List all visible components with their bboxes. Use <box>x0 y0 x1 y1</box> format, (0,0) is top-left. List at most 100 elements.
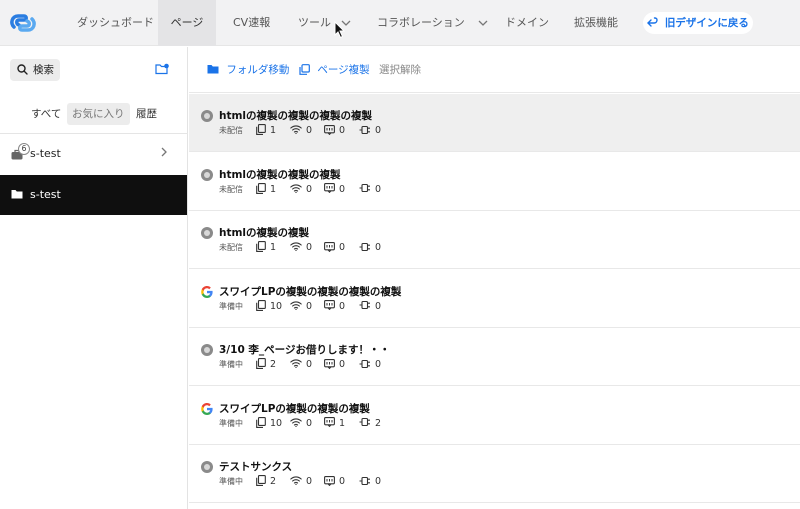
traffic-count: 0 <box>290 417 312 431</box>
variant-count: 10 <box>256 299 282 314</box>
cv-box-icon <box>324 124 335 135</box>
page-title: htmlの複製の複製の複製の複製 <box>219 110 373 122</box>
wifi-icon <box>290 300 302 310</box>
traffic-count: 0 <box>290 183 312 197</box>
page-row[interactable]: 3/10 李_ページお借りします！・・ 準備中 2 0 0 0 <box>189 328 800 386</box>
copy-icon <box>299 63 310 75</box>
status-dot-icon <box>201 227 213 239</box>
sidebar-folder-s-test-selected[interactable]: s-test <box>0 175 187 215</box>
traffic-count-value: 0 <box>306 359 313 370</box>
nav-collaboration-label: コラボレーション <box>377 16 465 29</box>
traffic-count: 0 <box>290 124 312 138</box>
integration-count: 2 <box>359 417 381 431</box>
move-folder-button[interactable]: フォルダ移動 <box>207 47 289 93</box>
page-row[interactable]: htmlの複製の複製の複製 未配信 1 0 0 0 <box>189 152 800 211</box>
status-dot-icon <box>201 110 213 122</box>
page-toolbar: フォルダ移動 ページ複製 選択解除 <box>189 47 800 93</box>
status-dot-icon <box>201 168 213 181</box>
integration-count-value: 2 <box>375 417 382 429</box>
duplicate-page-button[interactable]: ページ複製 <box>299 47 370 93</box>
google-icon <box>201 285 213 298</box>
delivery-status: 未配信 <box>219 243 243 252</box>
page-row[interactable]: htmlの複製の複製の複製の複製 未配信 1 0 0 0 <box>189 94 800 152</box>
wifi-icon <box>290 183 302 193</box>
cv-box-icon <box>324 475 335 486</box>
nav-cv-report-label: CV速報 <box>233 16 271 29</box>
nav-domain[interactable]: ドメイン <box>505 0 549 46</box>
page-row[interactable]: htmlの複製の複製 未配信 1 0 0 0 <box>189 211 800 269</box>
traffic-count: 0 <box>290 358 312 372</box>
traffic-count-value: 0 <box>306 125 313 136</box>
delivery-status: 準備中 <box>219 360 243 369</box>
chevron-right-icon[interactable] <box>160 147 168 157</box>
integration-count-value: 0 <box>375 242 382 253</box>
traffic-count-value: 0 <box>306 417 313 429</box>
variant-count-value: 10 <box>270 417 283 429</box>
old-design-button[interactable]: 旧デザインに戻る <box>643 12 753 34</box>
cv-box-icon <box>324 183 335 194</box>
search-button[interactable]: 検索 <box>10 59 60 81</box>
deselect-button[interactable]: 選択解除 <box>379 47 421 93</box>
document-copy-icon <box>256 416 266 428</box>
cv-count: 0 <box>324 475 345 489</box>
tab-favorites[interactable]: お気に入り <box>67 103 130 125</box>
tab-all[interactable]: すべて <box>26 103 66 125</box>
wifi-icon <box>290 476 302 485</box>
return-arrow-icon <box>647 17 658 27</box>
cv-count-value: 0 <box>339 359 346 370</box>
variant-count: 1 <box>256 241 276 255</box>
page-title: スワイプLPの複製の複製の複製の複製 <box>219 285 402 298</box>
nav-pages[interactable]: ページ <box>158 0 216 46</box>
sidebar-folder-s-test-parent[interactable]: 6 s-test <box>0 134 187 174</box>
page-row[interactable]: テストサンクス 準備中 2 0 0 0 <box>189 445 800 503</box>
variant-count-value: 1 <box>270 125 277 136</box>
page-title: htmlの複製の複製 <box>219 227 310 239</box>
document-copy-icon <box>256 299 266 311</box>
nav-cv-report[interactable]: CV速報 <box>233 0 270 46</box>
tab-history[interactable]: 履歴 <box>131 103 162 125</box>
tab-history-label: 履歴 <box>136 108 157 120</box>
nav-extensions-label: 拡張機能 <box>574 16 618 29</box>
move-folder-label: フォルダ移動 <box>226 64 290 76</box>
cv-box-icon <box>324 241 335 252</box>
nav-pages-label: ページ <box>170 16 204 29</box>
nav-extensions[interactable]: 拡張機能 <box>574 0 618 46</box>
page-row[interactable]: スワイプLPの複製の複製の複製の複製 準備中 10 0 0 0 <box>189 269 800 328</box>
plug-icon <box>359 476 370 485</box>
traffic-count: 0 <box>290 475 312 489</box>
wifi-icon <box>290 242 302 251</box>
delivery-status: 準備中 <box>219 301 243 311</box>
nav-collaboration[interactable]: コラボレーション <box>377 0 488 46</box>
search-icon <box>17 64 28 75</box>
variant-count: 1 <box>256 182 276 197</box>
wifi-icon <box>290 125 302 134</box>
delivery-status: 未配信 <box>219 184 243 194</box>
document-copy-icon <box>256 358 266 369</box>
app-logo[interactable] <box>8 8 38 38</box>
search-label: 検索 <box>33 64 54 76</box>
plug-icon <box>359 359 370 368</box>
integration-count-value: 0 <box>375 359 382 370</box>
integration-count: 0 <box>359 241 381 255</box>
wifi-icon <box>290 417 302 427</box>
page-title: 3/10 李_ページお借りします！・・ <box>219 344 390 356</box>
integration-count-value: 0 <box>375 183 382 195</box>
variant-count: 10 <box>256 416 283 431</box>
traffic-count-value: 0 <box>306 242 313 253</box>
cv-count: 0 <box>324 300 345 314</box>
document-copy-icon <box>256 124 266 135</box>
integration-count: 0 <box>359 183 381 197</box>
google-icon <box>201 402 213 415</box>
document-copy-icon <box>256 182 266 194</box>
cv-count-value: 1 <box>339 417 346 429</box>
integration-count-value: 0 <box>375 300 382 312</box>
integration-count-value: 0 <box>375 476 382 487</box>
page-row[interactable]: スワイプLPの複製の複製の複製 準備中 10 0 1 2 <box>189 386 800 445</box>
top-nav: ダッシュボード ページ CV速報 ツール コラボレーション ドメイン 拡張機能 … <box>0 0 800 46</box>
plug-icon <box>359 417 370 427</box>
plug-icon <box>359 300 370 310</box>
nav-dashboard[interactable]: ダッシュボード <box>77 0 154 46</box>
new-folder-icon[interactable] <box>155 63 169 75</box>
variant-count-value: 2 <box>270 476 277 487</box>
cv-box-icon <box>324 300 335 311</box>
